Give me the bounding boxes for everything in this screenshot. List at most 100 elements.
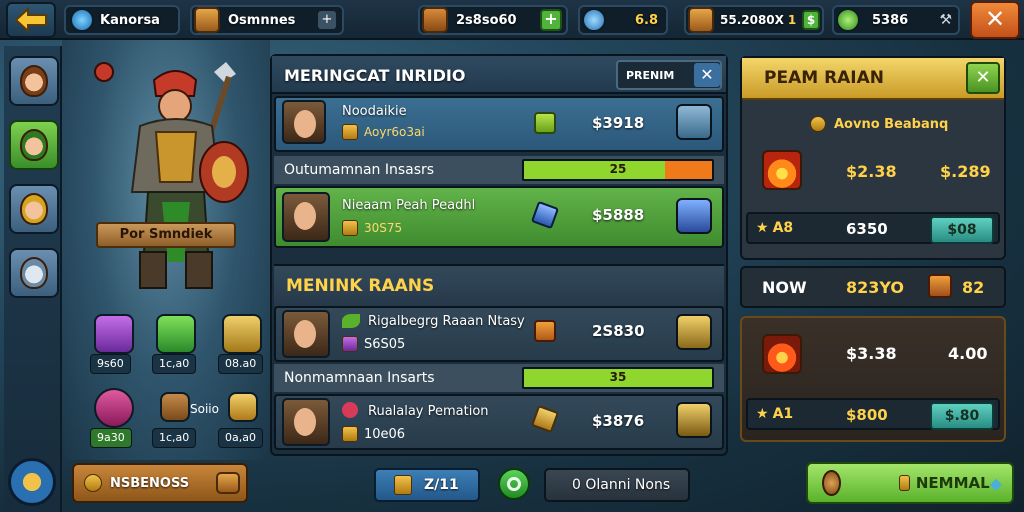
reward-stat2-left: A1 bbox=[772, 406, 794, 422]
resource4-value: 55.2080X bbox=[720, 13, 784, 27]
section-subheader: MENINK RAANS bbox=[274, 264, 724, 306]
progress-label-2: 35 bbox=[609, 370, 627, 384]
nav-hero-4[interactable] bbox=[9, 248, 59, 298]
add-resource4-button[interactable]: $ bbox=[802, 10, 820, 30]
offer-portrait-1 bbox=[282, 100, 326, 144]
premium-tab[interactable]: PRENIM ✕ bbox=[616, 60, 722, 90]
hero-avatar-icon bbox=[20, 129, 48, 161]
offer-name-1: Noodaikie bbox=[342, 104, 407, 119]
resource2-value: 2s8so60 bbox=[456, 12, 517, 28]
flower-icon-wrap bbox=[342, 402, 358, 418]
back-button[interactable] bbox=[6, 2, 56, 38]
resource4-extra: 1 bbox=[787, 13, 797, 27]
pet-avatar-icon bbox=[20, 257, 48, 289]
reward-stat-mid: 6350 bbox=[846, 220, 888, 238]
offer-sub-4-wrap: 10e06 bbox=[342, 426, 405, 442]
item-price-1: 9s60 bbox=[90, 354, 131, 374]
add-resource2-button[interactable]: + bbox=[540, 9, 562, 31]
resource5-value: 5386 bbox=[872, 12, 909, 28]
settings-orb-button[interactable] bbox=[8, 458, 56, 506]
resource1-pill: Osmnnes + bbox=[190, 5, 344, 35]
equipment-icon[interactable] bbox=[676, 314, 712, 350]
offer-sub-3: S6S05 bbox=[364, 336, 406, 352]
bottom-dark-label: 0 Olanni Nons bbox=[572, 477, 671, 493]
item-slot-2[interactable] bbox=[156, 314, 196, 354]
chest-icon bbox=[216, 472, 240, 494]
reward-bottom-value-1: $3.38 bbox=[846, 344, 897, 363]
token-icon bbox=[534, 320, 556, 342]
offer-name-3: Rigalbegrg Raaan Ntasy bbox=[368, 314, 525, 329]
badge-icon bbox=[928, 274, 952, 298]
equipment-icon[interactable] bbox=[676, 198, 712, 234]
coin-icon bbox=[822, 470, 841, 496]
reward-stat2-left-wrap: ★ A1 bbox=[756, 406, 793, 422]
bottom-dark-button[interactable]: 0 Olanni Nons bbox=[544, 468, 690, 502]
offer-portrait-4 bbox=[282, 398, 330, 446]
coin-icon bbox=[84, 474, 102, 492]
resource4-pill: 55.2080X 1 $ bbox=[684, 5, 824, 35]
reward-stat-left: A8 bbox=[772, 220, 794, 236]
item-slot-3[interactable] bbox=[222, 314, 262, 354]
equipment-icon[interactable] bbox=[676, 104, 712, 140]
reward-stat-left-wrap: ★ A8 bbox=[756, 220, 793, 236]
face-icon bbox=[294, 110, 316, 138]
offer-name-2: Nieaam Peah Peadhl bbox=[342, 198, 476, 213]
offer-sub-1: Aoyr6o3ai bbox=[364, 125, 425, 139]
offer-name-4: Rualalay Pemation bbox=[368, 404, 489, 419]
coin-icon bbox=[342, 124, 358, 140]
flower-icon bbox=[342, 402, 358, 418]
reward-buy-button-2[interactable]: $.80 bbox=[930, 402, 994, 430]
resource3-pill: 6.8 bbox=[578, 5, 668, 35]
star-icon: ★ bbox=[756, 406, 769, 422]
bottom-left-button[interactable]: NSBENOSS bbox=[72, 463, 248, 503]
item-slot-1[interactable] bbox=[94, 314, 134, 354]
face-icon bbox=[294, 320, 316, 348]
item-price-4: 9a30 bbox=[90, 428, 132, 448]
nav-hero-3[interactable] bbox=[9, 184, 59, 234]
reward-value-2: $.289 bbox=[940, 162, 991, 181]
merchant-panel-title: MERINGCAT INRIDIO bbox=[284, 66, 466, 85]
player-name-pill: Kanorsa bbox=[64, 5, 180, 35]
resource3-value: 6.8 bbox=[634, 12, 658, 28]
close-icon[interactable]: ✕ bbox=[694, 63, 720, 87]
refresh-button[interactable] bbox=[498, 468, 530, 500]
close-window-button[interactable]: ✕ bbox=[970, 1, 1020, 39]
resource1-value: Osmnnes bbox=[228, 12, 296, 28]
leaf-icon bbox=[342, 314, 360, 328]
item-label-5: Soiio bbox=[190, 402, 219, 416]
equipment-icon[interactable] bbox=[676, 402, 712, 438]
reward-close-button[interactable]: ✕ bbox=[966, 62, 1000, 94]
reward-stat2-mid: $800 bbox=[846, 406, 888, 424]
resource5-pill: 5386 ⚒ bbox=[832, 5, 960, 35]
coin-icon bbox=[342, 220, 358, 236]
progress-label-1: 25 bbox=[609, 162, 627, 176]
item-price-6: 1c,a0 bbox=[152, 428, 197, 448]
item-slot-6[interactable] bbox=[228, 392, 258, 422]
add-icon[interactable]: + bbox=[318, 11, 336, 29]
hero-name-banner: Por Smndiek bbox=[96, 222, 236, 248]
offer-row-2[interactable] bbox=[274, 186, 724, 248]
item-slot-5[interactable] bbox=[160, 392, 190, 422]
bottom-center-button[interactable]: Z/11 bbox=[374, 468, 480, 502]
item-price-3: 08.a0 bbox=[218, 354, 264, 374]
drop-icon bbox=[582, 8, 606, 32]
reward-buy-button[interactable]: $08 bbox=[930, 216, 994, 244]
bottom-right-button[interactable]: NEMMAL ◆ bbox=[806, 462, 1014, 504]
player-gem-icon bbox=[70, 8, 94, 32]
progress-bar-2: 35 bbox=[522, 367, 714, 389]
bottom-left-label: NSBENOSS bbox=[110, 475, 190, 491]
nav-hero-1[interactable] bbox=[9, 56, 59, 106]
offer-price-2: $5888 bbox=[592, 206, 645, 224]
item-price-2: 1c,a0 bbox=[152, 354, 197, 374]
book-icon bbox=[422, 7, 448, 33]
now-label: NOW bbox=[762, 278, 807, 297]
fire-icon bbox=[762, 150, 802, 190]
reward-sub-wrap: Aovno Beabanq bbox=[810, 116, 948, 132]
progress-bar-1: 25 bbox=[522, 159, 714, 181]
offer-portrait-3 bbox=[282, 310, 330, 358]
item-slot-4[interactable] bbox=[94, 388, 134, 428]
reward-value-1: $2.38 bbox=[846, 162, 897, 181]
wrench-icon[interactable]: ⚒ bbox=[939, 12, 952, 28]
player-name: Kanorsa bbox=[100, 12, 160, 28]
nav-hero-2[interactable] bbox=[9, 120, 59, 170]
